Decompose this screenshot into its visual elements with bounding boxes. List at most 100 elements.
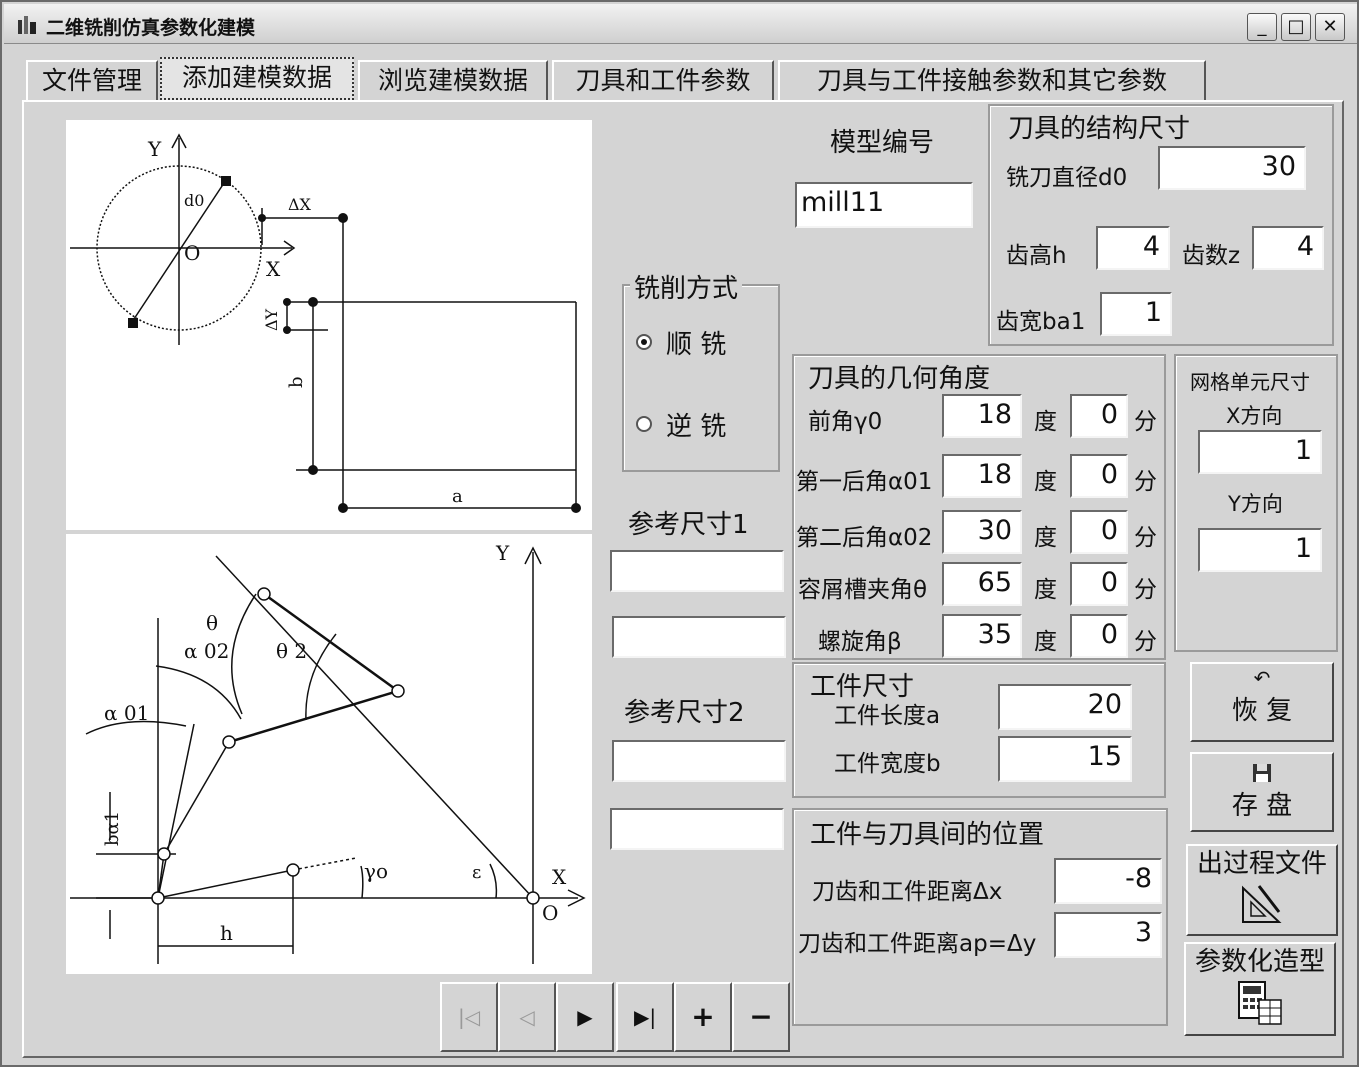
angle-degree-input[interactable]: 35: [942, 614, 1022, 658]
window-title: 二维铣削仿真参数化建模: [46, 17, 256, 39]
export-process-file-label: 出过程文件: [1196, 849, 1327, 879]
mesh-y-input[interactable]: 1: [1198, 528, 1322, 572]
tooth-distance-dx-label: 刀齿和工件距离Δx: [812, 879, 1003, 905]
tab-browse-model-data[interactable]: 浏览建模数据: [358, 60, 548, 100]
floppy-disk-icon: [1253, 764, 1271, 782]
tooth-distance-dx-input[interactable]: -8: [1054, 858, 1162, 904]
diagram1-dy-label: ΔY: [262, 308, 281, 331]
mesh-y-label: Y方向: [1228, 492, 1283, 516]
tooth-count-label: 齿数z: [1182, 243, 1241, 269]
ref-size-1-label: 参考尺寸1: [628, 510, 749, 540]
minute-unit-label: 分: [1134, 629, 1157, 655]
workpiece-width-input[interactable]: 15: [998, 736, 1132, 782]
maximize-icon: □: [1287, 16, 1305, 37]
mesh-x-label: X方向: [1226, 404, 1283, 428]
diagram1-y-label: Y: [147, 137, 162, 161]
diagram2-a02-label: α 02: [184, 639, 229, 663]
restore-button[interactable]: ↶ 恢 复: [1190, 662, 1334, 742]
angle-label: 第一后角α01: [796, 469, 933, 495]
workpiece-length-label: 工件长度a: [834, 703, 941, 729]
tab-contact-params[interactable]: 刀具与工件接触参数和其它参数: [778, 60, 1206, 100]
title-bar[interactable]: 二维铣削仿真参数化建模 _ □ ✕: [4, 4, 1357, 44]
milling-mode-group: [622, 284, 780, 472]
ref-size-1-input-b[interactable]: [612, 616, 786, 658]
tab-tool-workpiece-params[interactable]: 刀具和工件参数: [552, 60, 774, 100]
climb-milling-radio[interactable]: [636, 334, 652, 350]
parametric-modeling-label: 参数化造型: [1194, 947, 1325, 977]
tooth-count-input[interactable]: 4: [1252, 226, 1324, 270]
workpiece-length-input[interactable]: 20: [998, 684, 1132, 730]
delete-record-button[interactable]: −: [732, 982, 790, 1052]
tooth-geometry-diagram: Y X O θ θ 2 α 02 α 01 bα1 h γo ε: [66, 534, 592, 974]
tab-file-management[interactable]: 文件管理: [26, 60, 158, 100]
diagram2-a01-label: α 01: [104, 701, 149, 725]
milling-mode-title: 铣削方式: [630, 268, 743, 305]
plus-icon: +: [691, 1000, 715, 1033]
diagram2-ba1-label: bα1: [102, 811, 123, 846]
previous-record-button[interactable]: ◁: [498, 982, 556, 1052]
diagram2-x-label: X: [552, 865, 567, 889]
angle-degree-input[interactable]: 65: [942, 562, 1022, 606]
model-number-input[interactable]: mill11: [795, 182, 973, 228]
model-number-label: 模型编号: [830, 128, 935, 158]
climb-milling-label[interactable]: 顺 铣: [666, 324, 726, 361]
ref-size-2-input-b[interactable]: [610, 808, 784, 850]
first-record-icon: |◁: [457, 1005, 481, 1029]
close-icon: ✕: [1322, 16, 1338, 37]
minus-icon: −: [749, 1000, 773, 1033]
restore-button-label: 恢 复: [1231, 696, 1293, 726]
minimize-button[interactable]: _: [1247, 13, 1277, 41]
tooth-height-input[interactable]: 4: [1096, 226, 1170, 270]
first-record-button[interactable]: |◁: [440, 982, 498, 1052]
close-button[interactable]: ✕: [1315, 13, 1345, 41]
tooth-distance-dy-input[interactable]: 3: [1054, 912, 1162, 958]
diagram2-y-label: Y: [495, 541, 510, 565]
diagram1-origin-label: O: [184, 241, 200, 265]
minute-unit-label: 分: [1134, 577, 1157, 603]
angle-label: 容屑槽夹角θ: [798, 577, 928, 603]
degree-unit-label: 度: [1034, 409, 1057, 435]
position-title: 工件与刀具间的位置: [806, 814, 1049, 851]
angle-degree-input[interactable]: 18: [942, 394, 1022, 438]
diagram2-h-label: h: [220, 921, 233, 945]
maximize-button[interactable]: □: [1281, 13, 1311, 41]
undo-icon: ↶: [1253, 666, 1271, 690]
angle-label: 第二后角α02: [796, 525, 933, 551]
angle-minute-input[interactable]: 0: [1070, 510, 1128, 554]
degree-unit-label: 度: [1034, 469, 1057, 495]
ref-size-2-input-a[interactable]: [612, 740, 786, 782]
angle-label: 前角γ0: [808, 409, 883, 435]
mesh-x-input[interactable]: 1: [1198, 430, 1322, 474]
minimize-icon: _: [1257, 16, 1267, 37]
angle-degree-input[interactable]: 30: [942, 510, 1022, 554]
angle-minute-input[interactable]: 0: [1070, 562, 1128, 606]
parametric-modeling-button[interactable]: 参数化造型: [1184, 942, 1336, 1036]
diagram1-a-label: a: [452, 486, 463, 507]
angle-minute-input[interactable]: 0: [1070, 454, 1128, 498]
next-record-button[interactable]: ▶: [556, 982, 614, 1052]
tool-structure-title: 刀具的结构尺寸: [1004, 108, 1195, 145]
diagram1-b-label: b: [286, 376, 307, 388]
cutter-workpiece-diagram: Y X O d0 ΔX ΔY b a: [66, 120, 592, 530]
tooth-width-input[interactable]: 1: [1100, 292, 1172, 336]
conventional-milling-label[interactable]: 逆 铣: [666, 406, 726, 443]
minute-unit-label: 分: [1134, 409, 1157, 435]
ref-size-1-input-a[interactable]: [610, 550, 784, 592]
app-icon: [18, 16, 36, 34]
export-process-file-button[interactable]: 出过程文件: [1186, 844, 1338, 936]
cutter-diameter-label: 铣刀直径d0: [1006, 165, 1128, 191]
cutter-diameter-input[interactable]: 30: [1158, 146, 1306, 190]
diagram1-x-label: X: [266, 257, 281, 281]
angle-minute-input[interactable]: 0: [1070, 614, 1128, 658]
diagram2-origin-label: O: [542, 901, 558, 925]
tab-add-model-data[interactable]: 添加建模数据: [160, 57, 354, 100]
degree-unit-label: 度: [1034, 577, 1057, 603]
tool-angles-title: 刀具的几何角度: [804, 358, 995, 395]
conventional-milling-radio[interactable]: [636, 416, 652, 432]
save-button[interactable]: 存 盘: [1190, 752, 1334, 832]
angle-minute-input[interactable]: 0: [1070, 394, 1128, 438]
diagram2-gamma0-label: γo: [364, 859, 388, 883]
last-record-button[interactable]: ▶|: [616, 982, 674, 1052]
angle-degree-input[interactable]: 18: [942, 454, 1022, 498]
add-record-button[interactable]: +: [674, 982, 732, 1052]
